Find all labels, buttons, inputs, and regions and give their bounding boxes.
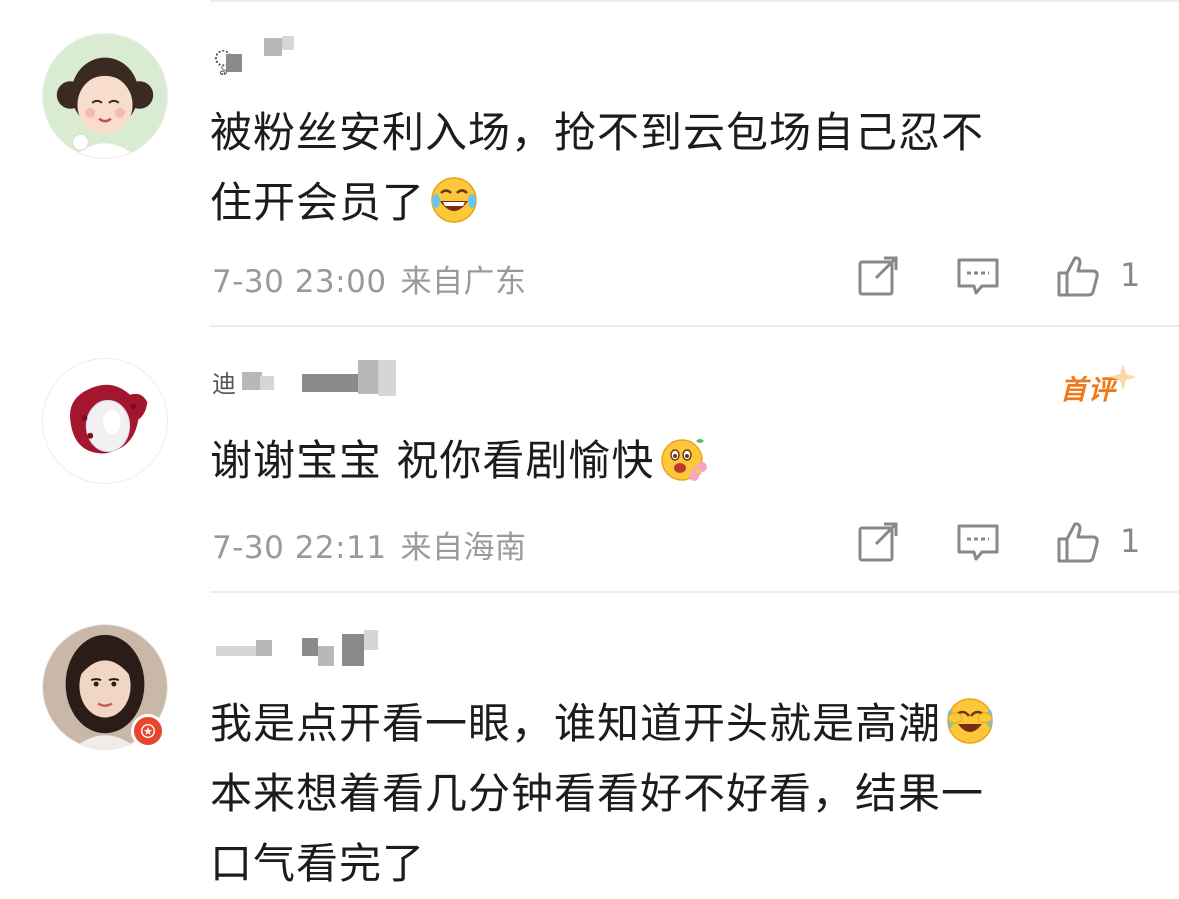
comment-line-with-emoji: 我是点开看一眼，谁知道开头就是高潮: [210, 689, 1110, 759]
username-text: 迪: [212, 370, 238, 398]
comment-line: 被粉丝安利入场，抢不到云包场自己忍不: [210, 108, 985, 157]
comment-actions: 1: [850, 520, 1150, 570]
laugh-tears-emoji-icon: [429, 175, 479, 225]
avatar[interactable]: [42, 33, 168, 159]
comment-item: ৢ 被粉丝安利入场，抢不到云包场自己忍不 住开会员了 7-30 23:00 来自广…: [0, 0, 1179, 325]
comment-line: 本来想着看几分钟看看好不好看，结果一: [210, 769, 985, 818]
comment-content: 谢谢宝宝 祝你看剧愉快: [210, 426, 1110, 496]
comment-location: 来自海南: [400, 530, 527, 566]
sparkle-icon: [1110, 364, 1136, 390]
avatar[interactable]: [42, 358, 168, 484]
comment-item: 我是点开看一眼，谁知道开头就是高潮 本来想着看几分钟看看好不好看，结果一 口气看…: [0, 592, 1179, 888]
thumbs-up-icon[interactable]: [1056, 254, 1100, 298]
comment-time: 7-30 22:11: [212, 530, 387, 566]
username[interactable]: 迪: [212, 358, 432, 398]
flower-happy-emoji-icon: [658, 433, 708, 483]
comment-line-with-emoji: 住开会员了: [210, 168, 1110, 238]
comment-content: 被粉丝安利入场，抢不到云包场自己忍不 住开会员了: [210, 98, 1110, 238]
comment-line: 谢谢宝宝 祝你看剧愉快: [210, 436, 655, 485]
verified-badge-icon: [131, 714, 165, 748]
comment-line: 住开会员了: [210, 178, 426, 227]
comment-item: 迪 首评 谢谢宝宝 祝你看剧愉快 7-30 22:11 来自海南 1: [0, 326, 1179, 591]
comment-meta: 7-30 23:00 来自广东: [212, 256, 527, 301]
comment-bubble-icon[interactable]: [956, 520, 1000, 564]
comment-actions: 1: [850, 254, 1150, 304]
comment-time: 7-30 23:00: [212, 264, 387, 300]
comment-meta: 7-30 22:11 来自海南: [212, 522, 527, 567]
comment-bubble-icon[interactable]: [956, 254, 1000, 298]
laugh-cry-emoji-icon: [945, 696, 995, 746]
comment-location: 来自广东: [400, 264, 527, 300]
username[interactable]: ৢ: [212, 34, 432, 74]
share-edit-icon[interactable]: [856, 254, 900, 298]
share-edit-icon[interactable]: [856, 520, 900, 564]
username[interactable]: [212, 626, 432, 666]
comment-line: 我是点开看一眼，谁知道开头就是高潮: [210, 699, 942, 748]
comment-line-with-emoji: 谢谢宝宝 祝你看剧愉快: [210, 426, 1110, 496]
like-count: 1: [1120, 522, 1141, 560]
thumbs-up-icon[interactable]: [1056, 520, 1100, 564]
like-count: 1: [1120, 256, 1141, 294]
comment-line: 口气看完了: [210, 839, 426, 888]
comment-content: 我是点开看一眼，谁知道开头就是高潮 本来想着看几分钟看看好不好看，结果一 口气看…: [210, 689, 1110, 899]
